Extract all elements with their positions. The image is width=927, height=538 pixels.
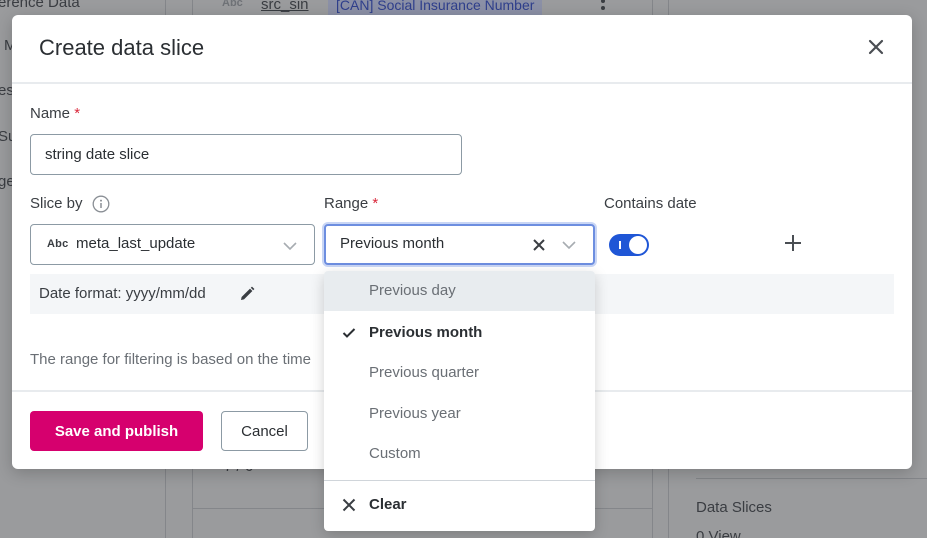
save-and-publish-button[interactable]: Save and publish xyxy=(30,411,203,451)
bg-divider xyxy=(696,478,927,479)
close-button[interactable] xyxy=(866,37,886,57)
slice-by-select[interactable]: Abc meta_last_update xyxy=(30,224,315,265)
name-label: Name * xyxy=(30,105,80,122)
bg-type-badge: Abc xyxy=(222,0,243,9)
range-option-previous-month[interactable]: Previous month xyxy=(324,313,595,353)
dropdown-separator xyxy=(324,480,595,481)
range-hint-text: The range for filtering is based on the … xyxy=(30,351,311,368)
option-label: Previous month xyxy=(369,324,483,341)
info-icon[interactable] xyxy=(92,195,110,213)
checkmark-icon xyxy=(342,328,356,338)
name-input[interactable] xyxy=(30,134,462,175)
required-mark: * xyxy=(74,105,81,122)
bg-sidebar-item: erence Data xyxy=(0,0,80,11)
range-option-previous-quarter[interactable]: Previous quarter xyxy=(324,353,595,393)
contains-date-toggle[interactable] xyxy=(609,234,649,256)
option-label: Previous quarter xyxy=(369,364,480,381)
add-slice-button[interactable] xyxy=(783,233,803,253)
text-type-icon: Abc xyxy=(47,238,69,250)
range-label-text: Range xyxy=(324,195,369,212)
toggle-knob xyxy=(629,236,647,254)
range-option-custom[interactable]: Custom xyxy=(324,434,595,474)
more-vertical-icon xyxy=(601,0,605,13)
pencil-icon[interactable] xyxy=(238,285,256,303)
plus-icon xyxy=(785,235,801,251)
range-value: Previous month xyxy=(340,235,445,252)
slice-by-value: meta_last_update xyxy=(76,235,196,252)
required-mark: * xyxy=(372,195,379,212)
range-select[interactable]: Previous month xyxy=(324,224,595,265)
option-label: Previous year xyxy=(369,405,461,422)
chevron-down-icon xyxy=(562,241,576,250)
bg-column-name: src_sin xyxy=(261,0,309,13)
range-label: Range * xyxy=(324,195,378,212)
modal-title: Create data slice xyxy=(39,35,205,60)
option-label: Previous day xyxy=(369,282,456,299)
option-label: Custom xyxy=(369,445,421,462)
range-option-previous-year[interactable]: Previous year xyxy=(324,394,595,434)
bg-data-slices-view: 0 View xyxy=(696,528,741,538)
bg-classification-chip: [CAN] Social Insurance Number xyxy=(328,0,543,15)
option-label: Clear xyxy=(369,496,407,513)
clear-selection-icon[interactable] xyxy=(531,237,547,253)
range-dropdown-menu: Previous day Previous month Previous qua… xyxy=(324,271,595,531)
slice-by-label: Slice by xyxy=(30,195,83,212)
toggle-on-mark xyxy=(619,241,621,249)
close-icon xyxy=(342,498,356,512)
name-label-text: Name xyxy=(30,105,71,122)
bg-data-slices-heading: Data Slices xyxy=(696,499,772,516)
date-format-text: Date format: yyyy/mm/dd xyxy=(39,285,206,302)
cancel-button[interactable]: Cancel xyxy=(221,411,308,451)
chevron-down-icon xyxy=(283,242,297,251)
modal-header: Create data slice xyxy=(12,15,912,84)
range-option-previous-day[interactable]: Previous day xyxy=(324,271,595,311)
range-option-clear[interactable]: Clear xyxy=(324,485,595,525)
close-icon xyxy=(868,39,884,55)
contains-date-label: Contains date xyxy=(604,195,697,212)
